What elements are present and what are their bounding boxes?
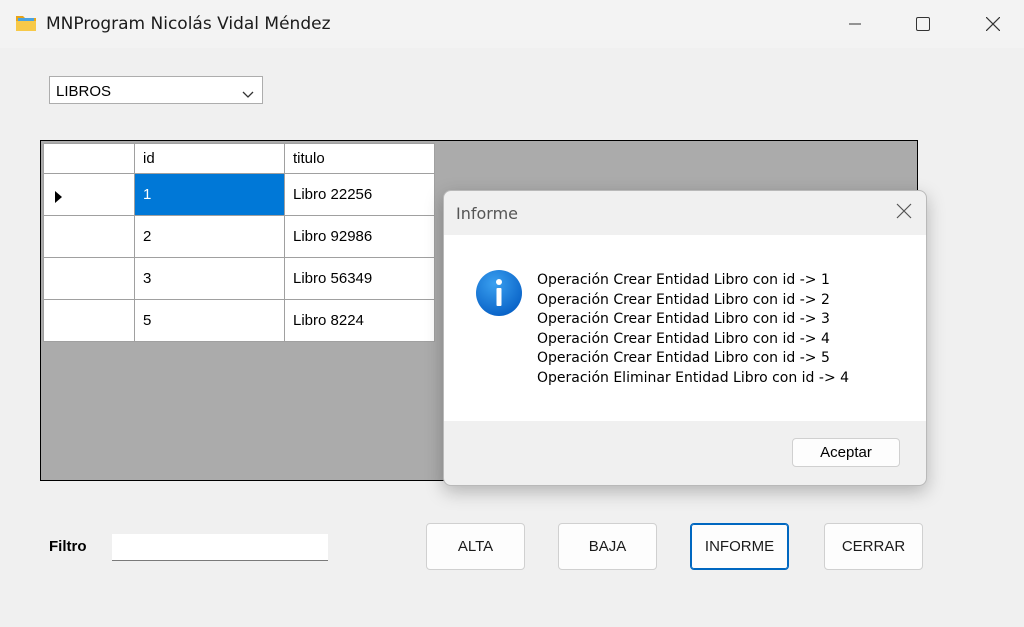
cell-id[interactable]: 3	[134, 257, 285, 300]
title-bar: MNProgram Nicolás Vidal Méndez	[0, 0, 1024, 48]
aceptar-button[interactable]: Aceptar	[792, 438, 900, 467]
cell-id[interactable]: 2	[134, 215, 285, 258]
message-line: Operación Crear Entidad Libro con id -> …	[537, 291, 830, 308]
cell-titulo[interactable]: Libro 8224	[284, 299, 435, 342]
table-row[interactable]: 5 Libro 8224	[43, 299, 435, 342]
maximize-icon	[916, 17, 930, 31]
info-icon	[475, 269, 523, 320]
minimize-button[interactable]	[820, 0, 890, 48]
dialog-body: Operación Crear Entidad Libro con id -> …	[444, 235, 926, 421]
chevron-down-icon	[242, 86, 254, 102]
grid-corner-cell[interactable]	[43, 143, 135, 174]
row-header[interactable]	[43, 299, 135, 342]
message-line: Operación Crear Entidad Libro con id -> …	[537, 350, 830, 366]
informe-dialog: Informe Operación Crear Entidad Libro co…	[443, 190, 927, 486]
message-line: Operación Eliminar Entidad Libro con id …	[537, 369, 850, 386]
maximize-button[interactable]	[888, 0, 958, 48]
entity-selector[interactable]: LIBROS	[49, 76, 263, 104]
table-row[interactable]: 1 Libro 22256	[43, 173, 435, 216]
informe-button[interactable]: INFORME	[690, 523, 789, 570]
table-row[interactable]: 2 Libro 92986	[43, 215, 435, 258]
folder-icon	[15, 13, 37, 32]
column-header-id[interactable]: id	[134, 143, 285, 174]
dialog-title: Informe	[456, 204, 519, 223]
cerrar-button[interactable]: CERRAR	[824, 523, 923, 570]
message-line: Operación Crear Entidad Libro con id -> …	[537, 272, 830, 288]
cell-titulo[interactable]: Libro 56349	[284, 257, 435, 300]
table-row[interactable]: 3 Libro 56349	[43, 257, 435, 300]
current-row-arrow-icon	[55, 190, 62, 207]
close-button[interactable]	[958, 0, 1024, 48]
cell-id[interactable]: 5	[134, 299, 285, 342]
alta-button[interactable]: ALTA	[426, 523, 525, 570]
minimize-icon	[849, 23, 861, 25]
grid-header-row: id titulo	[43, 143, 435, 174]
cell-titulo[interactable]: Libro 92986	[284, 215, 435, 258]
row-header[interactable]	[43, 215, 135, 258]
message-line: Operación Crear Entidad Libro con id -> …	[537, 330, 830, 347]
filter-label: Filtro	[49, 538, 87, 555]
close-icon	[896, 203, 912, 219]
baja-button[interactable]: BAJA	[558, 523, 657, 570]
filter-input[interactable]	[112, 534, 328, 561]
close-icon	[986, 17, 1000, 31]
row-header[interactable]	[43, 173, 135, 216]
cell-titulo[interactable]: Libro 22256	[284, 173, 435, 216]
window-title: MNProgram Nicolás Vidal Méndez	[46, 14, 331, 34]
dialog-message: Operación Crear Entidad Libro con id -> …	[537, 271, 849, 388]
row-header[interactable]	[43, 257, 135, 300]
column-header-titulo[interactable]: titulo	[284, 143, 435, 174]
entity-selector-value: LIBROS	[56, 83, 112, 100]
message-line: Operación Crear Entidad Libro con id -> …	[537, 311, 830, 327]
cell-id[interactable]: 1	[134, 173, 285, 216]
dialog-close-button[interactable]	[896, 203, 912, 222]
